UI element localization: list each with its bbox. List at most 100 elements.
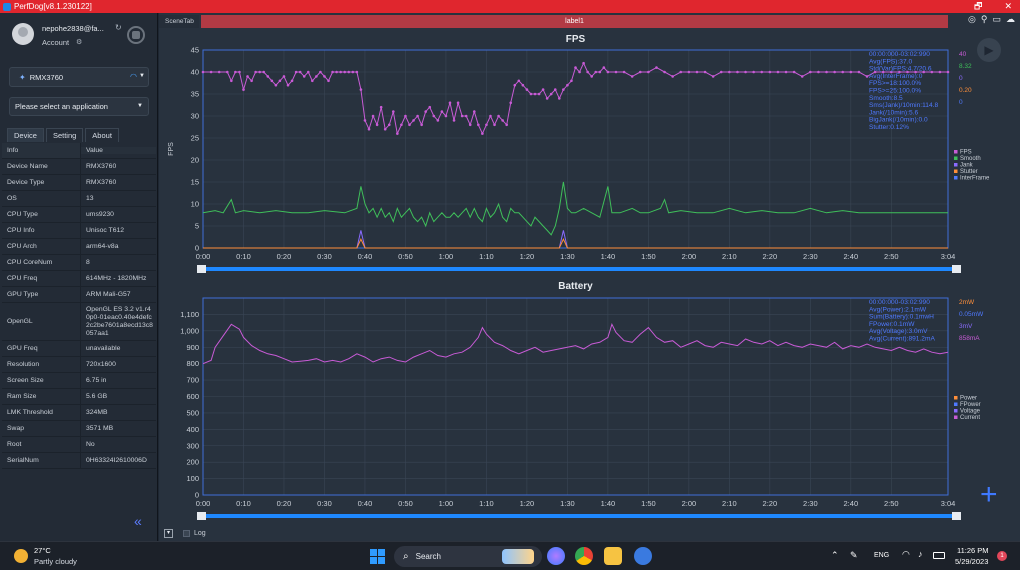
file-explorer-icon[interactable]: [604, 547, 622, 565]
y-tick-label: 20: [191, 156, 199, 165]
fps-data-point: [234, 70, 237, 74]
fps-data-point: [416, 114, 419, 118]
volume-icon[interactable]: ♪: [918, 549, 923, 559]
fps-data-point: [254, 70, 257, 74]
record-button[interactable]: [127, 26, 145, 44]
tab-about[interactable]: About: [85, 128, 119, 142]
fps-data-point: [590, 75, 593, 78]
collapse-panel-icon[interactable]: «: [134, 513, 142, 529]
application-select[interactable]: Please select an application ▼: [9, 97, 149, 116]
time-range-slider: [197, 514, 961, 518]
y-tick-label: 600: [186, 392, 199, 401]
info-key: LMK Threshold: [2, 405, 81, 420]
restore-icon[interactable]: 🗗: [974, 0, 982, 13]
x-tick-label: 1:00: [439, 499, 454, 508]
fps-data-point: [679, 70, 683, 74]
device-select[interactable]: ✦ RMX3760 ◠ ▼: [9, 67, 149, 87]
chrome-icon[interactable]: [575, 547, 593, 565]
close-icon[interactable]: ✕: [1004, 0, 1012, 13]
y-tick-label: 100: [186, 474, 199, 483]
fps-data-point: [383, 127, 387, 131]
battery-icon[interactable]: [933, 552, 945, 559]
log-label: Log: [194, 530, 206, 537]
fps-data-point: [375, 123, 379, 127]
cloud-icon[interactable]: ☁: [1006, 14, 1015, 25]
chevron-up-icon[interactable]: ⌃: [831, 550, 839, 561]
add-chart-button[interactable]: +: [980, 480, 998, 510]
account-link[interactable]: Account: [42, 38, 69, 47]
label-bar[interactable]: label1: [201, 15, 948, 28]
fps-data-point: [594, 70, 598, 74]
clock-time[interactable]: 11:26 PM: [957, 546, 989, 555]
fps-data-point: [331, 70, 334, 74]
fps-data-point: [460, 114, 464, 118]
fps-data-point: [509, 101, 513, 105]
expand-icon[interactable]: ▾: [164, 529, 173, 538]
stats-line: FPS>=18:100.0%: [869, 80, 921, 87]
notification-badge[interactable]: 1: [997, 551, 1007, 561]
wifi-icon[interactable]: ◠: [902, 549, 910, 560]
tab-device[interactable]: Device: [7, 128, 44, 142]
fps-data-point: [825, 70, 828, 74]
plot-area-border: [202, 49, 949, 249]
windows-logo-tile: [378, 557, 385, 564]
top-toolbar: ◎ ⚲ ▭ ☁: [968, 14, 1015, 25]
windows-logo-tile: [370, 557, 377, 564]
avatar[interactable]: [12, 23, 34, 45]
pin-icon[interactable]: ⚲: [981, 14, 988, 25]
stats-line: Jank(/10min):5.6: [869, 109, 918, 116]
perfdog-taskbar-icon[interactable]: [634, 547, 652, 565]
language-indicator[interactable]: ENG: [874, 552, 889, 559]
messenger-icon[interactable]: [547, 547, 565, 565]
taskbar-search[interactable]: ⌕ Search: [394, 546, 542, 567]
table-row: Screen Size 6.75 in: [2, 373, 156, 389]
legend-label: Voltage: [960, 409, 981, 415]
weather-desc[interactable]: Partly cloudy: [34, 557, 77, 566]
fps-data-point: [655, 66, 658, 69]
table-row: CPU Type ums9230: [2, 207, 156, 223]
slider-left-handle: [197, 512, 206, 520]
tab-setting[interactable]: Setting: [45, 128, 84, 142]
stats-line: FPS>=25:100.0%: [869, 88, 921, 95]
fps-data-point: [489, 114, 492, 118]
folder-icon[interactable]: ▭: [992, 14, 1001, 25]
x-tick-label: 0:30: [317, 252, 332, 261]
stats-line: 00:00:000-03:02:990: [869, 51, 930, 58]
right-value: 0.20: [959, 87, 972, 94]
fps-data-point: [558, 97, 561, 100]
window-titlebar: PerfDog[v8.1.230122] 🗗 ✕: [0, 0, 1020, 13]
refresh-icon[interactable]: ↻: [115, 23, 122, 32]
fps-data-point: [472, 110, 476, 113]
fps-data-point: [404, 114, 407, 118]
fps-data-point: [946, 70, 950, 74]
clock-date[interactable]: 5/29/2023: [955, 557, 988, 566]
info-value: 8: [86, 259, 90, 266]
play-button[interactable]: ▶: [977, 38, 1001, 62]
location-icon[interactable]: ◎: [968, 14, 976, 25]
fps-data-point: [238, 70, 241, 74]
account-settings-icon[interactable]: ⚙: [76, 38, 82, 46]
window-title: PerfDog[v8.1.230122]: [14, 2, 92, 11]
info-key: Resolution: [2, 357, 81, 372]
fps-data-point: [695, 70, 699, 74]
x-tick-label: 1:40: [601, 252, 616, 261]
legend-swatch: [954, 396, 958, 400]
fps-data-point: [768, 70, 772, 74]
fps-data-point: [274, 83, 278, 87]
weather-icon[interactable]: [14, 549, 28, 563]
x-tick-label: 1:50: [641, 499, 656, 508]
fps-data-point: [687, 70, 691, 74]
fps-data-point: [598, 70, 602, 74]
legend-swatch: [954, 409, 958, 413]
log-checkbox[interactable]: [183, 530, 190, 537]
fps-data-point: [302, 75, 306, 78]
x-tick-label: 1:00: [439, 252, 454, 261]
fps-data-point: [387, 123, 391, 127]
fps-data-point: [578, 70, 581, 74]
header-info: Info: [2, 143, 81, 158]
pen-icon[interactable]: ✎: [850, 550, 858, 561]
stats-line: Std(Var)FPS:4.7/20.6: [869, 66, 932, 73]
start-button[interactable]: [370, 549, 385, 564]
weather-temp[interactable]: 27°C: [34, 546, 51, 555]
scene-tab[interactable]: SceneTab: [159, 15, 199, 28]
